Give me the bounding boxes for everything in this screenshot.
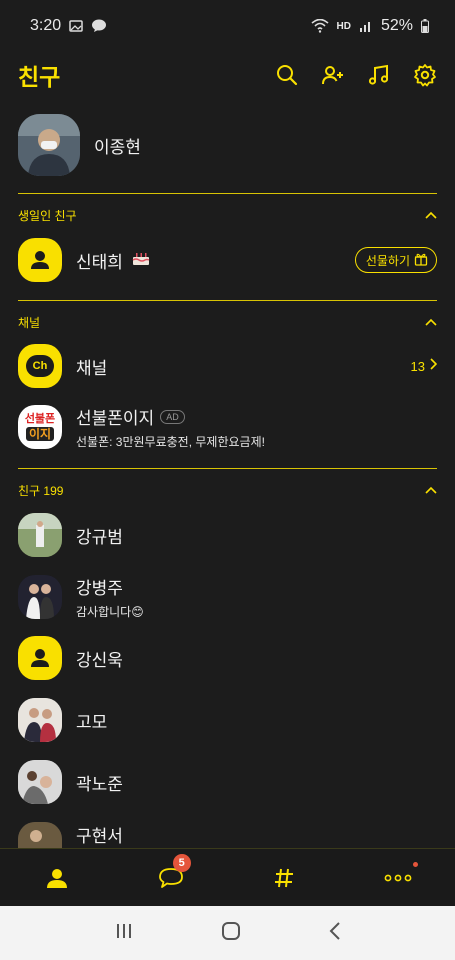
status-time: 3:20 xyxy=(30,17,62,34)
section-divider xyxy=(18,193,437,194)
birthday-section-title: 생일인 친구 xyxy=(18,208,77,223)
tab-friends[interactable] xyxy=(27,858,87,898)
chat-unread-badge: 5 xyxy=(172,854,191,872)
page-title: 친구 xyxy=(18,64,61,90)
friend-avatar xyxy=(18,513,62,557)
collapse-chevron-icon[interactable] xyxy=(425,315,437,329)
channel-avatar: Ch xyxy=(18,344,62,388)
friend-row[interactable]: 강신욱 xyxy=(18,636,437,680)
channel-section-title: 채널 xyxy=(18,315,41,330)
friend-avatar xyxy=(18,760,62,804)
collapse-chevron-icon[interactable] xyxy=(425,483,437,497)
channel-section-header[interactable]: 채널 xyxy=(18,313,437,331)
new-indicator-dot xyxy=(413,862,419,867)
signal-icon xyxy=(359,19,373,33)
gift-button[interactable]: 선물하기 xyxy=(354,247,437,273)
my-profile-row[interactable]: 이종현 xyxy=(18,114,437,176)
hashtag-icon xyxy=(275,868,294,888)
channel-row[interactable]: Ch 채널 13 xyxy=(18,344,438,388)
section-divider xyxy=(18,468,437,469)
ad-text-group: 선불폰이지 AD 선불폰: 3만원무료충전, 무제한요금제! xyxy=(76,404,265,450)
friend-name: 고모 xyxy=(76,712,108,732)
ad-name: 선불폰이지 xyxy=(76,409,155,428)
my-profile-name: 이종현 xyxy=(94,137,141,157)
tab-more[interactable] xyxy=(368,858,428,898)
friend-avatar xyxy=(18,575,62,619)
ad-channel-row[interactable]: 선불폰 이지 선불폰이지 AD 선불폰: 3만원무료충전, 무제한요금제! xyxy=(18,404,437,450)
friend-name: 구현서 xyxy=(76,827,123,846)
section-divider xyxy=(18,300,437,301)
friend-name: 강규범 xyxy=(76,527,123,547)
tab-chats[interactable]: 5 xyxy=(141,854,201,898)
music-icon[interactable] xyxy=(367,63,391,87)
friend-name: 강병주 xyxy=(76,579,123,598)
bottom-tab-bar: 5 xyxy=(0,848,455,907)
friends-person-icon xyxy=(46,869,67,888)
channel-count: 13 xyxy=(410,358,425,374)
settings-gear-icon[interactable] xyxy=(413,63,437,87)
battery-icon xyxy=(421,19,429,33)
chevron-right-icon xyxy=(429,357,438,375)
ad-description: 선불폰: 3만원무료충전, 무제한요금제! xyxy=(76,435,265,449)
network-label: HD xyxy=(336,20,351,32)
friend-row[interactable]: 고모 xyxy=(18,698,437,742)
person-icon xyxy=(31,251,49,269)
tab-view[interactable] xyxy=(254,858,314,898)
friend-avatar xyxy=(18,822,62,848)
recent-apps-icon[interactable] xyxy=(114,922,134,945)
friends-list: 이종현 생일인 친구 신태희 선물하기 채널 Ch 채널 13 선불폰 이지 선… xyxy=(0,98,455,848)
system-nav-bar xyxy=(0,906,455,960)
friend-row[interactable]: 구현서 xyxy=(18,822,437,848)
friend-avatar xyxy=(18,698,62,742)
ad-logo: 선불폰 이지 xyxy=(18,405,62,449)
person-icon xyxy=(31,649,49,667)
wifi-icon xyxy=(310,19,329,33)
birthday-friend-row[interactable]: 신태희 선물하기 xyxy=(18,238,437,282)
ad-tag: AD xyxy=(160,409,185,424)
add-friend-icon[interactable] xyxy=(321,63,345,87)
friend-name: 곽노준 xyxy=(76,774,123,794)
friend-status-message: 감사합니다😊 xyxy=(76,605,144,619)
app-header: 친구 xyxy=(0,52,455,98)
friend-name: 강신욱 xyxy=(76,650,123,670)
ch-bubble-icon: Ch xyxy=(26,355,54,377)
search-icon[interactable] xyxy=(275,63,299,87)
default-avatar xyxy=(18,238,62,282)
gift-button-label: 선물하기 xyxy=(365,253,410,268)
friend-text-group: 강병주 감사합니다😊 xyxy=(76,574,144,620)
battery-percentage: 52% xyxy=(380,17,413,34)
header-actions xyxy=(275,63,437,87)
collapse-chevron-icon[interactable] xyxy=(425,208,437,222)
status-bar: 3:20 HD 52% xyxy=(0,0,455,52)
default-avatar xyxy=(18,636,62,680)
gallery-icon xyxy=(69,20,83,32)
my-avatar xyxy=(18,114,80,176)
more-dots-icon xyxy=(384,874,412,882)
birthday-cake-icon xyxy=(131,250,151,271)
friend-row[interactable]: 강병주 감사합니다😊 xyxy=(18,574,437,620)
friend-row[interactable]: 곽노준 xyxy=(18,760,437,804)
friend-row[interactable]: 강규범 xyxy=(18,512,437,558)
friends-section-title: 친구 199 xyxy=(18,483,64,498)
friends-section-header[interactable]: 친구 199 xyxy=(18,481,437,499)
talk-notification-icon xyxy=(91,19,107,33)
gift-icon xyxy=(414,252,428,269)
home-icon[interactable] xyxy=(221,921,241,946)
birthday-section-header[interactable]: 생일인 친구 xyxy=(18,206,437,224)
back-icon[interactable] xyxy=(328,921,342,946)
birthday-friend-name: 신태희 xyxy=(76,252,123,272)
channel-label: 채널 xyxy=(76,358,108,378)
